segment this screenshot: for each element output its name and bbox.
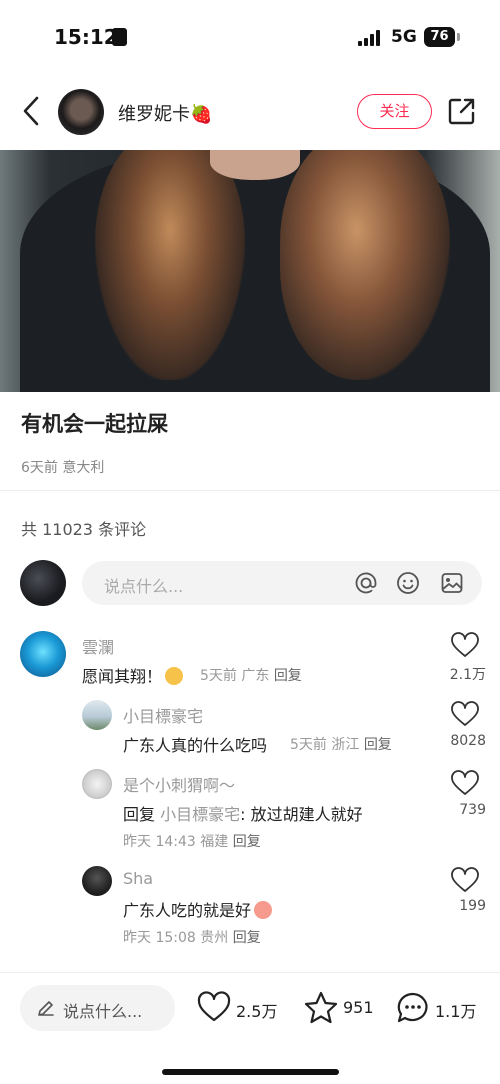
emoji-sticker — [165, 667, 184, 685]
commenter-name[interactable]: Sha — [123, 869, 153, 888]
star-icon — [304, 991, 338, 1024]
commenter-avatar[interactable] — [82, 866, 112, 896]
comment-meta: 昨天 14:43 福建 回复 — [123, 834, 261, 850]
comment-input[interactable]: 说点什么... — [82, 561, 482, 605]
share-icon — [448, 98, 475, 125]
commenter-name[interactable]: 是个小刺猬啊～ — [123, 772, 235, 796]
comment-text: 愿闻其翔！ — [82, 663, 186, 687]
share-button[interactable] — [447, 96, 477, 126]
like-count: 739 — [459, 802, 486, 818]
author-name[interactable]: 维罗妮卡🍓 — [118, 100, 212, 126]
like-count: 2.1万 — [449, 667, 486, 683]
reply-button[interactable]: 回复 — [233, 834, 261, 850]
focus-icon — [112, 28, 127, 46]
heart-icon[interactable] — [450, 770, 480, 796]
like-count: 8028 — [450, 733, 486, 749]
post-meta: 6天前 意大利 — [21, 460, 105, 476]
like-button[interactable]: 2.5万 — [197, 988, 287, 1028]
divider — [0, 490, 500, 491]
status-bar: 15:12 5G 76 — [0, 0, 500, 72]
commenter-name[interactable]: 雲瀾 — [82, 634, 114, 658]
author-avatar[interactable] — [58, 89, 104, 135]
commenter-avatar[interactable] — [82, 700, 112, 730]
favorite-button[interactable]: 951 — [304, 988, 376, 1028]
heart-icon[interactable] — [450, 632, 480, 658]
network-type: 5G — [391, 27, 417, 47]
post-title: 有机会一起拉屎 — [21, 412, 168, 436]
reply-button[interactable]: 回复 — [274, 668, 302, 684]
my-avatar — [20, 560, 66, 606]
bottom-action-bar: 说点什么... 2.5万 951 1.1万 — [0, 972, 500, 1084]
home-indicator[interactable] — [162, 1069, 339, 1075]
battery-indicator: 76 — [424, 27, 455, 47]
comment-meta: 5天前 广东 回复 — [200, 668, 302, 684]
back-button[interactable] — [18, 94, 46, 128]
emoji-sticker — [254, 901, 273, 919]
mention-link[interactable]: 小目標豪宅 — [160, 805, 240, 824]
commenter-name[interactable]: 小目標豪宅 — [123, 703, 203, 727]
bottom-comment-input[interactable]: 说点什么... — [20, 985, 175, 1031]
top-nav: 维罗妮卡🍓 关注 — [0, 72, 500, 150]
comment-text: 广东人吃的就是好 — [123, 897, 275, 921]
status-time: 15:12 — [54, 25, 118, 49]
post-image[interactable] — [0, 150, 500, 392]
signal-icon — [358, 30, 384, 46]
heart-icon[interactable] — [450, 867, 480, 893]
post-favorite-count: 951 — [343, 998, 374, 1017]
pen-icon — [38, 1001, 54, 1016]
image-icon[interactable] — [440, 571, 464, 595]
reply-button[interactable]: 回复 — [364, 737, 392, 753]
emoji-icon[interactable] — [396, 571, 420, 595]
comment-meta: 5天前 浙江 回复 — [290, 737, 392, 753]
commenter-avatar[interactable] — [20, 631, 66, 677]
heart-icon[interactable] — [450, 701, 480, 727]
back-icon — [23, 96, 39, 126]
comment-icon — [397, 992, 428, 1023]
reply-button[interactable]: 回复 — [233, 930, 261, 946]
post-like-count: 2.5万 — [236, 1002, 278, 1021]
battery-tip — [457, 33, 460, 41]
comment-input-placeholder: 说点什么... — [104, 577, 184, 596]
follow-button[interactable]: 关注 — [357, 94, 432, 129]
commenter-avatar[interactable] — [82, 769, 112, 799]
at-icon[interactable] — [354, 571, 378, 595]
comment-button[interactable]: 1.1万 — [396, 988, 486, 1028]
comment-meta: 昨天 15:08 贵州 回复 — [123, 930, 261, 946]
comment-text: 回复 小目標豪宅: 放过胡建人就好 — [123, 805, 363, 824]
comment-count: 共 11023 条评论 — [21, 520, 147, 539]
like-count: 199 — [459, 898, 486, 914]
bottom-input-placeholder: 说点什么... — [63, 1002, 143, 1021]
heart-icon — [197, 991, 231, 1022]
comment-text: 广东人真的什么吃吗 — [123, 736, 268, 755]
post-comment-count: 1.1万 — [435, 1002, 477, 1021]
